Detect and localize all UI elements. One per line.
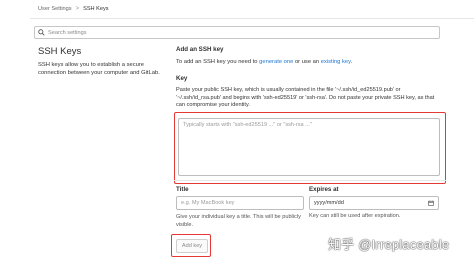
key-textarea[interactable]	[178, 118, 440, 176]
title-help-text: Give your individual key a title. This w…	[176, 214, 301, 228]
section-desc-prefix: To add an SSH key you need to	[176, 59, 260, 65]
breadcrumb-user-settings[interactable]: User Settings	[38, 6, 72, 12]
generate-one-link[interactable]: generate one	[259, 59, 293, 65]
page-description: SSH keys allow you to establish a secure…	[38, 62, 160, 77]
breadcrumb: User Settings > SSH Keys	[38, 6, 109, 12]
watermark: 知乎 @Irreplaceable	[328, 237, 450, 252]
header-divider	[30, 18, 474, 19]
section-desc-mid: or use an	[293, 59, 321, 65]
expires-date-input[interactable]: yyyy/mm/dd	[309, 196, 439, 210]
expires-help-text: Key can still be used after expiration.	[309, 213, 401, 219]
title-input[interactable]	[176, 196, 304, 210]
expires-label: Expires at	[309, 186, 339, 193]
key-label: Key	[176, 75, 188, 82]
title-label: Title	[176, 186, 189, 193]
breadcrumb-separator: >	[75, 6, 80, 12]
search-box[interactable]	[34, 26, 440, 39]
search-icon	[38, 29, 45, 36]
page-title: SSH Keys	[38, 46, 82, 57]
search-input[interactable]	[48, 29, 428, 36]
form-divider	[174, 180, 446, 181]
calendar-icon[interactable]	[428, 200, 434, 206]
add-key-button[interactable]: Add key	[176, 239, 208, 253]
existing-key-link[interactable]: existing key	[321, 59, 351, 65]
section-desc-suffix: .	[350, 59, 353, 65]
breadcrumb-ssh-keys: SSH Keys	[83, 6, 109, 12]
section-title: Add an SSH key	[176, 46, 224, 53]
key-help-text: Paste your public SSH key, which is usua…	[176, 87, 435, 109]
expires-value: yyyy/mm/dd	[314, 200, 344, 206]
section-description: To add an SSH key you need to generate o…	[176, 59, 352, 65]
